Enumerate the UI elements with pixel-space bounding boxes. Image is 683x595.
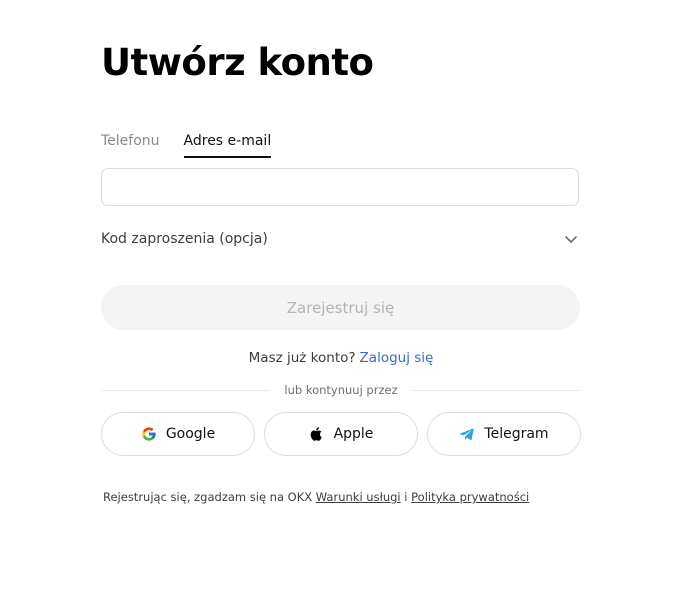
telegram-icon	[460, 428, 475, 441]
terms-link[interactable]: Warunki usługi	[316, 490, 401, 504]
login-prompt-text: Masz już konto?	[248, 350, 356, 366]
divider: lub kontynuuj przez	[101, 382, 582, 398]
page-title: Utwórz konto	[101, 41, 374, 84]
register-button[interactable]: Zarejestruj się	[101, 285, 580, 330]
divider-line-left	[101, 389, 271, 391]
tab-phone[interactable]: Telefonu	[101, 128, 160, 160]
privacy-link[interactable]: Polityka prywatności	[411, 490, 529, 504]
login-link[interactable]: Zaloguj się	[360, 350, 434, 366]
chevron-down-icon	[565, 236, 577, 243]
telegram-label: Telegram	[484, 426, 549, 442]
email-input[interactable]	[101, 168, 579, 206]
telegram-button[interactable]: Telegram	[427, 412, 581, 456]
apple-label: Apple	[333, 426, 374, 442]
google-button[interactable]: Google	[101, 412, 255, 456]
signup-method-tabs: Telefonu Adres e-mail	[101, 128, 295, 160]
google-label: Google	[165, 426, 216, 442]
apple-icon	[310, 427, 322, 441]
social-login-row: Google Apple Telegram	[101, 412, 581, 456]
legal-separator: i	[404, 490, 408, 504]
divider-line-right	[411, 389, 582, 391]
referral-code-label: Kod zaproszenia (opcja)	[101, 231, 268, 247]
tab-email[interactable]: Adres e-mail	[183, 128, 271, 160]
apple-button[interactable]: Apple	[264, 412, 418, 456]
legal-notice: Rejestrując się, zgadzam się na OKX Waru…	[103, 490, 529, 504]
referral-code-toggle[interactable]: Kod zaproszenia (opcja)	[101, 228, 581, 250]
signup-page: Utwórz konto Telefonu Adres e-mail Kod z…	[0, 0, 683, 595]
google-icon	[142, 427, 156, 441]
divider-text: lub kontynuuj przez	[284, 383, 398, 397]
login-prompt: Masz już konto? Zaloguj się	[101, 350, 581, 366]
legal-prefix: Rejestrując się, zgadzam się na OKX	[103, 490, 313, 504]
